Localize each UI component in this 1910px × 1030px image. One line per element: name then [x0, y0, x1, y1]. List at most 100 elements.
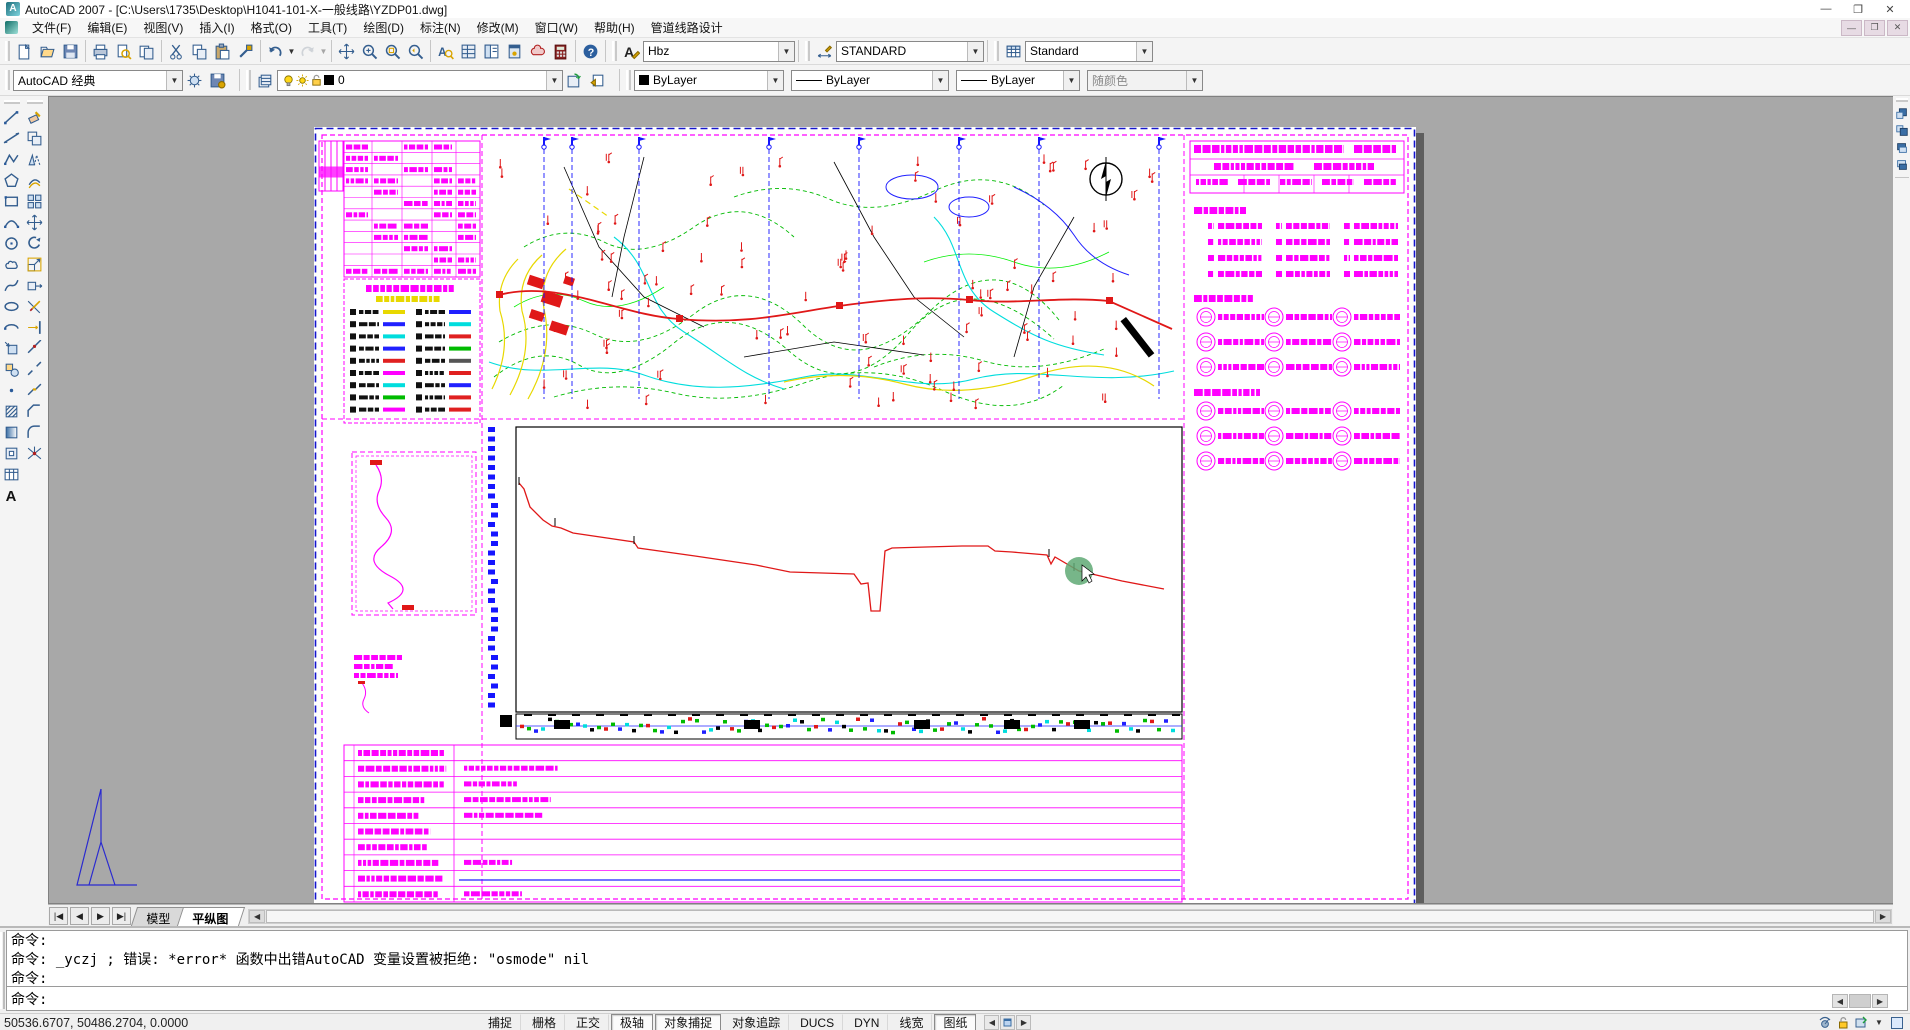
chamfer-icon[interactable]: [24, 401, 46, 422]
toolbar-grip[interactable]: [5, 70, 10, 90]
chevron-down-icon[interactable]: ▼: [967, 42, 983, 61]
menu-item-8[interactable]: 修改(M): [469, 17, 527, 38]
quickcalc-icon[interactable]: [549, 40, 572, 63]
menu-item-0[interactable]: 文件(F): [24, 17, 79, 38]
explode-icon[interactable]: [24, 443, 46, 464]
toolbar-grip[interactable]: [994, 41, 999, 61]
fullscreen-box-icon[interactable]: [1888, 1015, 1906, 1030]
spline-icon[interactable]: [1, 275, 23, 296]
scroll-left-arrow[interactable]: ◀: [249, 910, 265, 923]
chevron-down-icon[interactable]: ▼: [1063, 71, 1079, 90]
scrollbar-thumb[interactable]: [266, 910, 1874, 923]
copy-icon[interactable]: [188, 40, 211, 63]
dimstyle-icon[interactable]: [813, 40, 836, 63]
scroll-right-arrow[interactable]: ▶: [1875, 910, 1891, 923]
toggle-DUCS[interactable]: DUCS: [791, 1014, 843, 1030]
layout-paper-drawing[interactable]: [49, 97, 1893, 904]
publish-icon[interactable]: [135, 40, 158, 63]
bring-to-front-icon[interactable]: [1894, 106, 1910, 122]
point-icon[interactable]: [1, 380, 23, 401]
menu-item-7[interactable]: 标注(N): [412, 17, 469, 38]
minimize-button[interactable]: —: [1810, 1, 1842, 18]
command-scrollbar[interactable]: ◀ ▶: [1831, 994, 1888, 1008]
arc-icon[interactable]: [1, 212, 23, 233]
revcloud-icon[interactable]: [1, 254, 23, 275]
layer-combo[interactable]: 0 ▼: [277, 70, 563, 91]
bring-above-icon[interactable]: [1894, 140, 1910, 156]
command-window[interactable]: 命令:命令: _yczj ; 错误: *error* 函数中出错AutoCAD …: [0, 926, 1910, 1013]
scroll-right-arrow[interactable]: ▶: [1872, 994, 1888, 1008]
plot-icon[interactable]: [89, 40, 112, 63]
mdi-close-button[interactable]: ✕: [1887, 20, 1908, 36]
toggle-正交[interactable]: 正交: [567, 1014, 609, 1030]
redo-dropdown-icon[interactable]: ▼: [319, 40, 328, 63]
markup-icon[interactable]: [526, 40, 549, 63]
array-icon[interactable]: [24, 191, 46, 212]
menu-item-1[interactable]: 编辑(E): [79, 17, 135, 38]
chevron-down-icon[interactable]: ▼: [778, 42, 794, 61]
open-icon[interactable]: [36, 40, 59, 63]
polygon-icon[interactable]: [1, 170, 23, 191]
extend-icon[interactable]: [24, 317, 46, 338]
linetype-combo[interactable]: ByLayer▼: [791, 70, 949, 91]
designcenter-icon[interactable]: [480, 40, 503, 63]
workspace-combo[interactable]: AutoCAD 经典▼: [13, 70, 183, 91]
polyline-icon[interactable]: [1, 149, 23, 170]
insert-block-icon[interactable]: [1, 338, 23, 359]
menu-item-2[interactable]: 视图(V): [135, 17, 191, 38]
find-icon[interactable]: A: [434, 40, 457, 63]
pan-icon[interactable]: [335, 40, 358, 63]
toggle-图纸[interactable]: 图纸: [934, 1014, 976, 1030]
toolbar-grip[interactable]: [805, 41, 810, 61]
menu-item-10[interactable]: 帮助(H): [586, 17, 643, 38]
matchprops-icon[interactable]: [234, 40, 257, 63]
prev-icon[interactable]: ◀: [984, 1015, 999, 1030]
preview-icon[interactable]: [112, 40, 135, 63]
chevron-down-icon[interactable]: ▼: [932, 71, 948, 90]
command-history[interactable]: 命令:命令: _yczj ; 错误: *error* 函数中出错AutoCAD …: [6, 930, 1908, 987]
xline-icon[interactable]: [1, 128, 23, 149]
new-icon[interactable]: [13, 40, 36, 63]
region-icon[interactable]: [1, 443, 23, 464]
tray-dropdown-icon[interactable]: ▼: [1870, 1015, 1888, 1030]
toolbar-grip[interactable]: [5, 41, 10, 61]
bulb-icon[interactable]: [282, 74, 295, 87]
menu-item-3[interactable]: 插入(I): [191, 17, 242, 38]
mdi-minimize-button[interactable]: —: [1841, 20, 1862, 36]
drawing-canvas[interactable]: [48, 96, 1893, 904]
cut-icon[interactable]: [165, 40, 188, 63]
table-icon[interactable]: [1, 464, 23, 485]
mdi-restore-button[interactable]: ❐: [1864, 20, 1885, 36]
close-button[interactable]: ✕: [1874, 1, 1906, 18]
break-at-point-icon[interactable]: [24, 338, 46, 359]
text-style-combo[interactable]: Hbz▼: [643, 41, 795, 62]
command-window-grip[interactable]: [0, 932, 5, 1009]
workspace-settings-icon[interactable]: [183, 69, 206, 92]
sun-icon[interactable]: [296, 74, 309, 87]
status-nav-buttons[interactable]: ◀ ▶: [983, 1015, 1031, 1030]
menu-item-6[interactable]: 绘图(D): [355, 17, 412, 38]
horizontal-scrollbar[interactable]: ◀ ▶: [248, 909, 1892, 924]
tablestyle-icon[interactable]: [1002, 40, 1025, 63]
toggle-线宽[interactable]: 线宽: [890, 1014, 932, 1030]
toolpalettes-icon[interactable]: [503, 40, 526, 63]
move-icon[interactable]: [24, 212, 46, 233]
toolbar-grip[interactable]: [612, 41, 617, 61]
toolbar-grip[interactable]: [246, 70, 251, 90]
zoom-realtime-icon[interactable]: [358, 40, 381, 63]
toolbar-grip[interactable]: [626, 70, 631, 90]
tab-平纵图[interactable]: 平纵图: [177, 907, 245, 926]
tab-nav-1[interactable]: ◀: [70, 907, 89, 925]
chevron-down-icon[interactable]: ▼: [546, 71, 562, 90]
rotate-icon[interactable]: [24, 233, 46, 254]
send-to-back-icon[interactable]: [1894, 123, 1910, 139]
properties-icon[interactable]: [457, 40, 480, 63]
stretch-icon[interactable]: [24, 275, 46, 296]
undo-dropdown-icon[interactable]: ▼: [287, 40, 296, 63]
scrollbar-thumb[interactable]: [1849, 994, 1871, 1008]
scroll-left-arrow[interactable]: ◀: [1832, 994, 1848, 1008]
menu-item-9[interactable]: 窗口(W): [527, 17, 586, 38]
redo-icon[interactable]: [296, 40, 319, 63]
trim-icon[interactable]: [24, 296, 46, 317]
mirror-icon[interactable]: [24, 149, 46, 170]
